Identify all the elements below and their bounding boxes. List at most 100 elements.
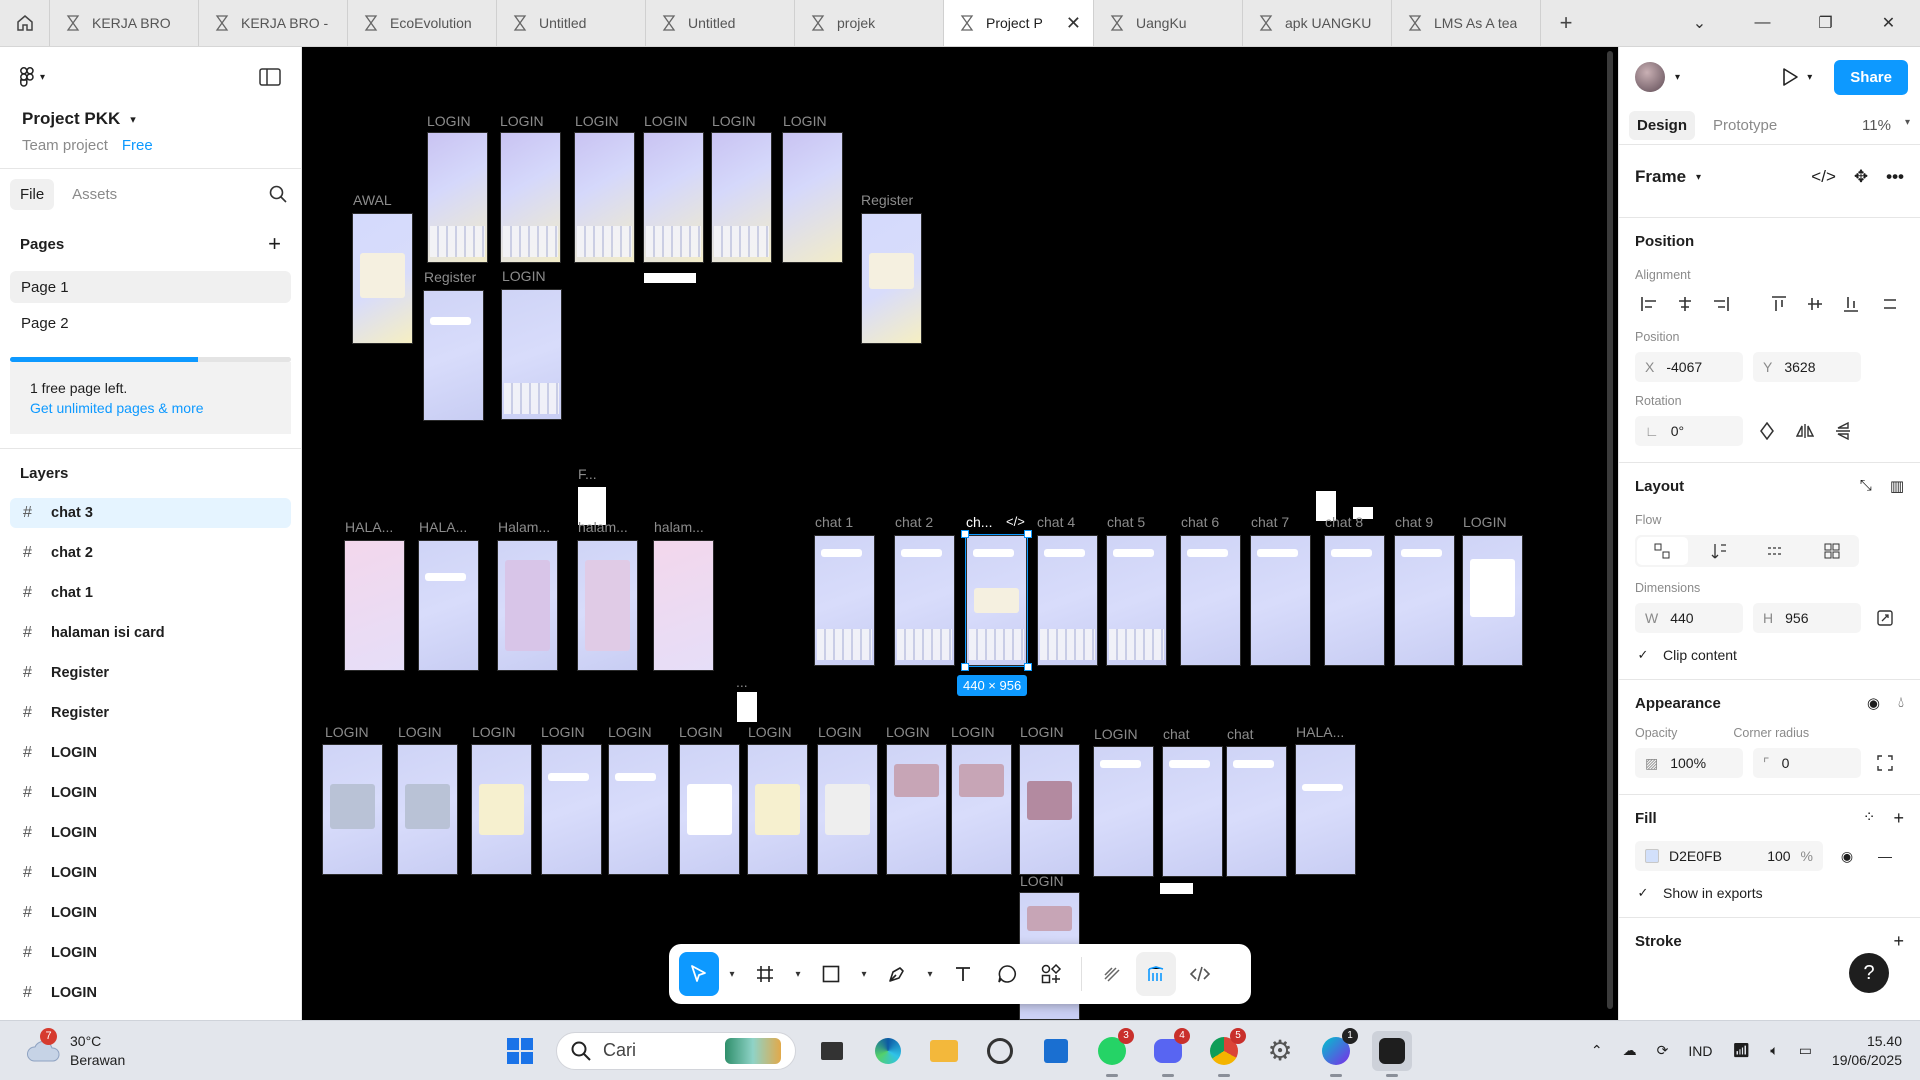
auto-layout-icon[interactable]: ▥ xyxy=(1890,477,1904,495)
frame-login[interactable] xyxy=(501,289,562,420)
project-title[interactable]: Project PKK ▾ xyxy=(0,109,301,129)
flow-grid-icon[interactable] xyxy=(1807,537,1858,565)
frame-tool-button[interactable] xyxy=(745,952,785,996)
blend-mode-icon[interactable]: 💧︎ xyxy=(1898,694,1904,712)
flip-vertical-icon[interactable] xyxy=(1829,417,1857,445)
browser-tab[interactable]: apk UANGKU xyxy=(1243,0,1392,46)
layer-item[interactable]: # LOGIN xyxy=(10,938,291,968)
frame-label-halaman[interactable]: Halam... xyxy=(498,519,550,535)
tab-file[interactable]: File xyxy=(10,178,55,210)
layer-item[interactable]: # chat 3 xyxy=(10,498,291,528)
rotation-field[interactable]: ∟ 0° xyxy=(1635,416,1743,446)
layer-item[interactable]: # chat 2 xyxy=(10,538,291,568)
frame-label-chat-9[interactable]: chat 9 xyxy=(1395,514,1433,530)
browser-tab[interactable]: KERJA BRO xyxy=(50,0,199,46)
dev-mode-button[interactable] xyxy=(1180,952,1220,996)
code-icon[interactable]: </> xyxy=(1006,514,1025,529)
plan-badge[interactable]: Free xyxy=(122,137,153,154)
main-menu-button[interactable]: ▾ xyxy=(20,67,45,87)
pen-tool-menu[interactable]: ▾ xyxy=(921,952,939,996)
layer-item[interactable]: # Register xyxy=(10,698,291,728)
frame-label-login[interactable]: LOGIN xyxy=(427,113,471,129)
frame-chat-9[interactable] xyxy=(1394,535,1455,666)
frame-label-login[interactable]: LOGIN xyxy=(1463,514,1507,530)
frame-tool-menu[interactable]: ▾ xyxy=(789,952,807,996)
frame-chat[interactable] xyxy=(1226,746,1287,877)
align-right-icon[interactable] xyxy=(1707,290,1735,318)
chevron-up-icon[interactable]: ⌃ xyxy=(1591,1042,1603,1059)
sync-icon[interactable]: ⟳ xyxy=(1657,1042,1669,1059)
layer-item[interactable]: # LOGIN xyxy=(10,778,291,808)
fill-field[interactable]: D2E0FB 100 % xyxy=(1635,841,1823,871)
draw-mode-button[interactable] xyxy=(1092,952,1132,996)
fill-swatch[interactable] xyxy=(1645,849,1659,863)
frame-login[interactable] xyxy=(1462,535,1523,666)
layer-item[interactable]: # LOGIN xyxy=(10,738,291,768)
frame-login[interactable] xyxy=(747,744,808,875)
frame-label-chat-2[interactable]: chat 2 xyxy=(895,514,933,530)
canvas-scrollbar[interactable] xyxy=(1607,51,1613,1009)
frame-label-f[interactable]: F... xyxy=(578,466,597,482)
weather-widget[interactable]: 7 30°C Berawan xyxy=(0,1027,300,1070)
frame-chat-4[interactable] xyxy=(1037,535,1098,666)
frame-chat[interactable] xyxy=(1162,746,1223,877)
frame-login[interactable] xyxy=(817,744,878,875)
battery-icon[interactable]: ▭ xyxy=(1799,1042,1812,1059)
frame-chat-8[interactable] xyxy=(1324,535,1385,666)
frame-login[interactable] xyxy=(886,744,947,875)
flow-freeform-icon[interactable] xyxy=(1637,537,1688,565)
frame-label-halaman[interactable]: HALA... xyxy=(419,519,467,535)
tab-prototype[interactable]: Prototype xyxy=(1705,111,1785,140)
page-item-2[interactable]: Page 2 xyxy=(10,307,291,339)
input-language[interactable]: IND xyxy=(1688,1043,1712,1059)
present-button[interactable]: ▾ xyxy=(1781,67,1812,87)
more-options-icon[interactable]: ••• xyxy=(1886,167,1904,187)
align-center-horizontal-icon[interactable] xyxy=(1671,290,1699,318)
clip-content-row[interactable]: ✓ Clip content xyxy=(1635,647,1904,663)
page-item-1[interactable]: Page 1 xyxy=(10,271,291,303)
show-in-exports-row[interactable]: ✓ Show in exports xyxy=(1635,885,1904,901)
move-tool-button[interactable] xyxy=(679,952,719,996)
browser-tab[interactable]: EcoEvolution xyxy=(348,0,497,46)
frame-label-chat-3[interactable]: ch... xyxy=(966,514,992,530)
design-mode-button[interactable] xyxy=(1136,952,1176,996)
frame-label-login[interactable]: LOGIN xyxy=(748,724,792,740)
frame-label-awal[interactable]: AWAL xyxy=(353,192,392,208)
frame-login[interactable] xyxy=(711,132,772,263)
frame-label-login[interactable]: LOGIN xyxy=(818,724,862,740)
minimize-icon[interactable]: — xyxy=(1731,14,1794,32)
help-button[interactable]: ? xyxy=(1849,953,1889,993)
frame-label-login[interactable]: LOGIN xyxy=(541,724,585,740)
wifi-icon[interactable]: 📶︎ xyxy=(1733,1042,1751,1059)
frame-label-login[interactable]: LOGIN xyxy=(575,113,619,129)
frame-login[interactable] xyxy=(500,132,561,263)
resize-handle[interactable] xyxy=(961,663,969,671)
flip-horizontal-icon[interactable] xyxy=(1791,417,1819,445)
frame-label-login[interactable]: LOGIN xyxy=(472,724,516,740)
width-field[interactable]: W 440 xyxy=(1635,603,1743,633)
eye-icon[interactable]: ◉ xyxy=(1867,694,1880,712)
frame-halaman[interactable] xyxy=(577,540,638,671)
y-field[interactable]: Y 3628 xyxy=(1753,352,1861,382)
frame-login[interactable] xyxy=(397,744,458,875)
frame-chat-5[interactable] xyxy=(1106,535,1167,666)
frame-label-chat[interactable]: chat xyxy=(1163,726,1189,742)
add-page-icon[interactable]: + xyxy=(268,231,281,257)
layer-item[interactable]: # LOGIN xyxy=(10,898,291,928)
share-button[interactable]: Share xyxy=(1834,59,1908,95)
selection-box[interactable] xyxy=(965,534,1028,667)
frame-label-chat-6[interactable]: chat 6 xyxy=(1181,514,1219,530)
tab-overflow-icon[interactable]: ⌄ xyxy=(1668,13,1731,33)
close-tab-icon[interactable]: ✕ xyxy=(1066,13,1081,34)
avatar[interactable] xyxy=(1635,62,1665,92)
small-frame[interactable] xyxy=(737,692,757,722)
frame-label-login[interactable]: LOGIN xyxy=(398,724,442,740)
browser-tab[interactable]: projek xyxy=(795,0,944,46)
frame-label-login[interactable]: LOGIN xyxy=(1020,724,1064,740)
frame-login[interactable] xyxy=(322,744,383,875)
frame-login[interactable] xyxy=(1093,746,1154,877)
frame-label-chat-1[interactable]: chat 1 xyxy=(815,514,853,530)
frame-chat-1[interactable] xyxy=(814,535,875,666)
chevron-down-icon[interactable]: ▾ xyxy=(1675,72,1680,83)
independent-corners-icon[interactable] xyxy=(1871,749,1899,777)
